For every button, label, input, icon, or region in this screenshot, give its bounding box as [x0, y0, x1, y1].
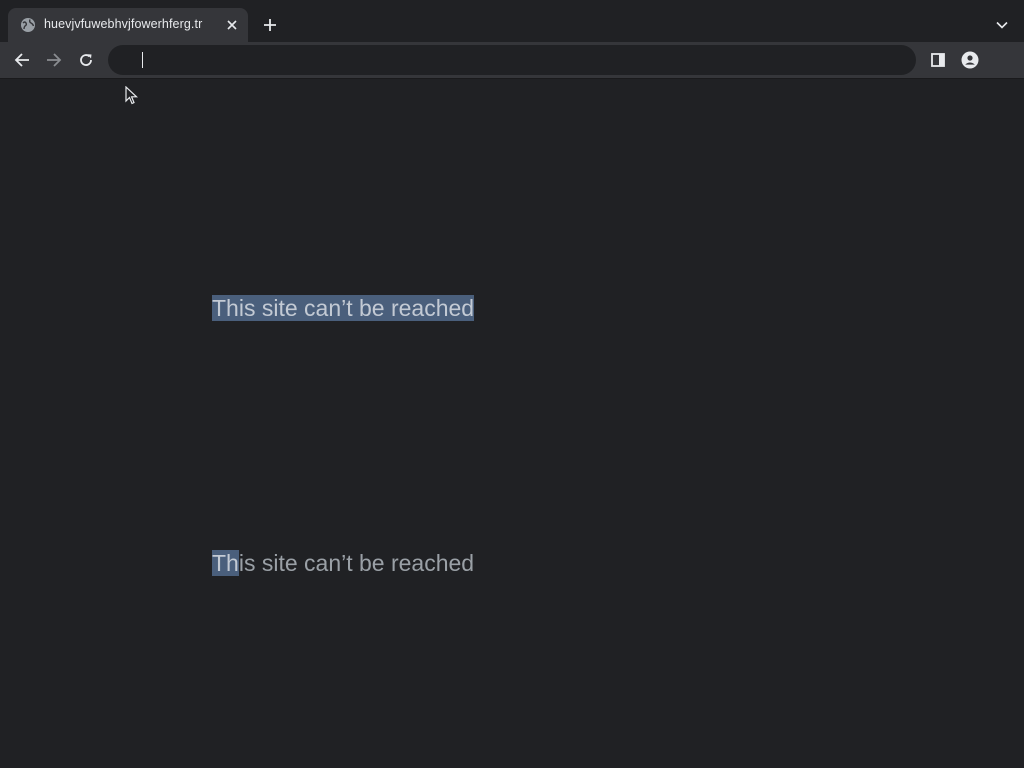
tab-strip: huevjvfuwebhvjfowerhferg.tr	[0, 0, 1024, 42]
error-heading: This site can’t be reached	[212, 293, 475, 323]
selected-text-fragment: Th	[212, 550, 239, 576]
reload-icon[interactable]	[74, 48, 98, 72]
back-arrow-icon[interactable]	[10, 48, 34, 72]
omnibox[interactable]	[108, 45, 916, 75]
chevron-down-icon[interactable]	[990, 14, 1014, 36]
forward-arrow-icon[interactable]	[42, 48, 66, 72]
selected-heading-text: This site can’t be reached	[212, 295, 475, 321]
mouse-pointer-icon	[125, 85, 139, 106]
address-input[interactable]	[136, 45, 896, 75]
profile-icon[interactable]	[958, 48, 982, 72]
page-content: This site can’t be reached This site can…	[0, 79, 1024, 768]
toolbar	[0, 42, 1024, 79]
globe-icon	[20, 17, 36, 33]
tab-title: huevjvfuwebhvjfowerhferg.tr	[44, 17, 203, 31]
side-panel-icon[interactable]	[926, 48, 950, 72]
text-caret	[142, 52, 143, 68]
heading-text-rest: is site can’t be reached	[238, 550, 475, 576]
tab-active[interactable]: huevjvfuwebhvjfowerhferg.tr	[8, 8, 248, 42]
close-icon[interactable]	[224, 17, 240, 33]
plus-icon[interactable]	[258, 13, 282, 37]
error-heading-duplicate: This site can’t be reached	[212, 548, 474, 578]
